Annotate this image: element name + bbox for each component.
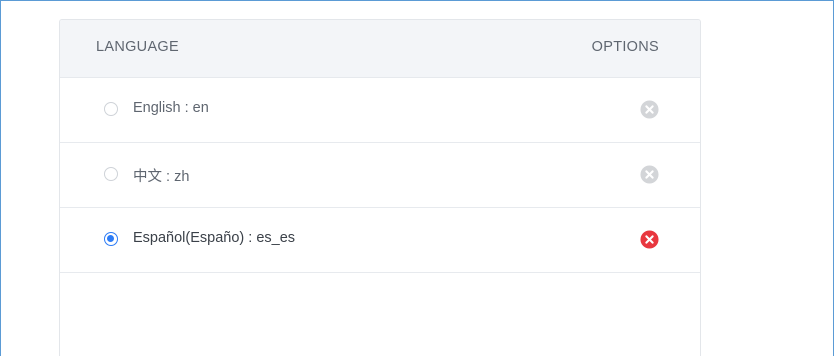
- language-table: LANGUAGE OPTIONS English : en 中文 : zh Es…: [59, 19, 701, 356]
- delete-es-es-icon[interactable]: [640, 230, 659, 249]
- language-label-es-es: Español(Españo) : es_es: [133, 230, 296, 246]
- language-row-es-es[interactable]: Español(Españo) : es_es: [60, 208, 700, 273]
- language-row-en[interactable]: English : en: [60, 78, 700, 143]
- language-column-header: LANGUAGE: [96, 39, 179, 55]
- table-header: LANGUAGE OPTIONS: [60, 20, 700, 78]
- language-row-zh[interactable]: 中文 : zh: [60, 143, 700, 208]
- language-label-en: English : en: [133, 100, 209, 116]
- language-radio-es-es[interactable]: [104, 232, 118, 246]
- language-label-zh: 中文 : zh: [133, 169, 190, 185]
- options-column-header: OPTIONS: [591, 39, 659, 55]
- delete-en-icon[interactable]: [640, 100, 659, 119]
- language-radio-en[interactable]: [104, 102, 118, 116]
- delete-zh-icon[interactable]: [640, 165, 659, 184]
- language-radio-zh[interactable]: [104, 167, 118, 181]
